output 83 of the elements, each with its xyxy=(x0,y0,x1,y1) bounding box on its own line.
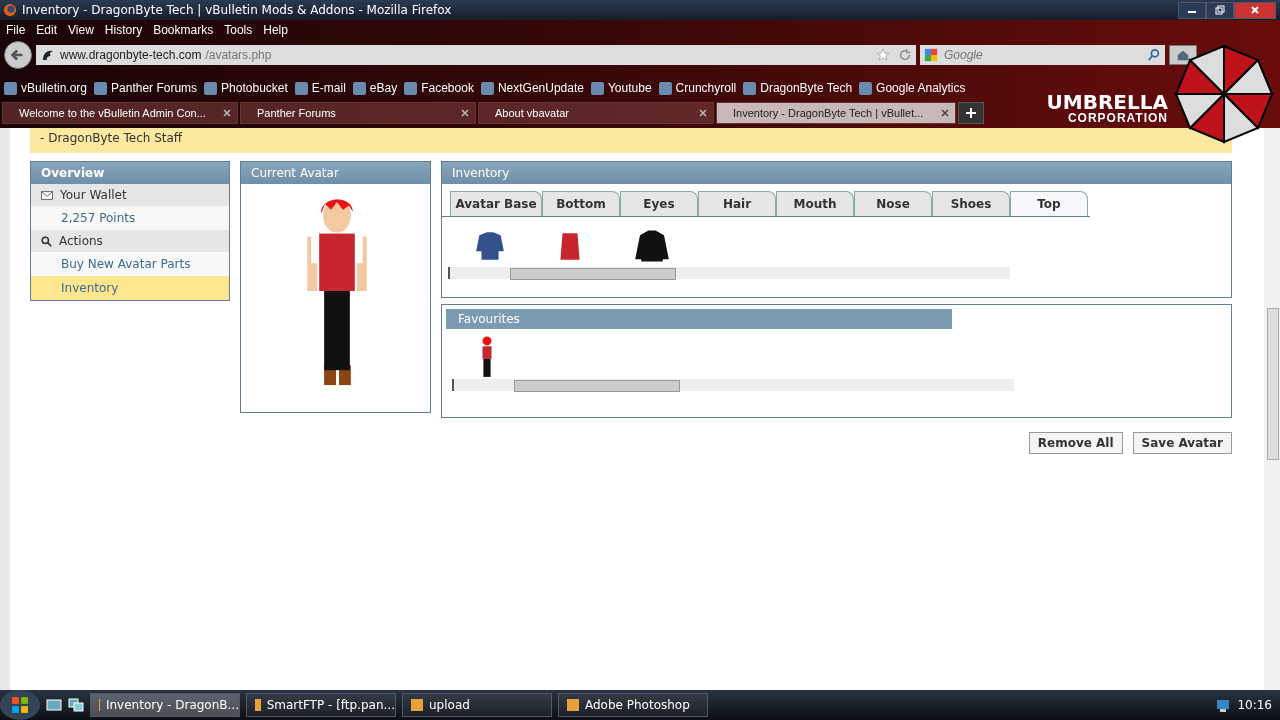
panel-title: Inventory xyxy=(442,162,1231,184)
action-button[interactable]: Save Avatar xyxy=(1132,432,1232,454)
close-icon xyxy=(1250,5,1260,15)
horizontal-scrollbar[interactable] xyxy=(448,267,1010,279)
logo-subtext: CORPORATION xyxy=(1067,112,1168,124)
desktop-icon[interactable] xyxy=(46,697,62,713)
bookmark-item[interactable]: Panther Forums xyxy=(94,78,198,98)
vertical-scrollbar[interactable] xyxy=(1264,128,1280,690)
category-tab[interactable]: Top xyxy=(1010,191,1088,216)
bookmark-item[interactable]: Google Analytics xyxy=(859,78,966,98)
panel-title: Overview xyxy=(31,162,229,184)
close-button[interactable] xyxy=(1234,1,1276,19)
menu-item[interactable]: Edit xyxy=(36,23,58,37)
category-tab[interactable]: Shoes xyxy=(932,191,1010,216)
menu-item[interactable]: Tools xyxy=(224,23,253,37)
window-title: Inventory - DragonByte Tech | vBulletin Mods & Addons - Mozilla Firefox xyxy=(22,3,453,17)
category-tab[interactable]: Mouth xyxy=(776,191,854,216)
search-input[interactable]: Google xyxy=(942,47,1143,63)
browser-tab[interactable]: Inventory - DragonByte Tech | vBullet... xyxy=(716,102,956,124)
menu-item[interactable]: File xyxy=(6,23,26,37)
category-tab[interactable]: Eyes xyxy=(620,191,698,216)
restore-button[interactable] xyxy=(1206,1,1234,19)
taskbar-item[interactable]: upload xyxy=(402,693,552,717)
umbrella-logo-icon xyxy=(1174,44,1274,144)
panel-title: Favourites xyxy=(446,309,952,329)
windows-logo-icon xyxy=(11,696,29,714)
bookmark-item[interactable]: NextGenUpdate xyxy=(480,78,584,98)
close-icon[interactable] xyxy=(461,109,469,117)
bookmark-item[interactable]: DragonByte Tech xyxy=(743,78,853,98)
search-icon[interactable] xyxy=(1147,48,1161,62)
new-tab-button[interactable] xyxy=(958,102,984,124)
search-bar[interactable]: Google xyxy=(920,45,1165,65)
bookmark-item[interactable]: E-mail xyxy=(294,78,346,98)
bookmark-item[interactable]: Crunchyroll xyxy=(658,78,737,98)
sidebar-link[interactable]: Buy New Avatar Parts xyxy=(31,252,229,276)
envelope-icon xyxy=(41,190,53,200)
star-icon[interactable] xyxy=(876,48,890,62)
menu-item[interactable]: View xyxy=(68,23,94,37)
close-icon[interactable] xyxy=(941,109,949,117)
bookmark-item[interactable]: Youtube xyxy=(590,78,652,98)
google-icon xyxy=(924,48,938,62)
bookmark-item[interactable]: eBay xyxy=(352,78,398,98)
category-tab[interactable]: Avatar Base xyxy=(450,191,542,216)
address-field[interactable]: www.dragonbyte-tech.com /avatars.php xyxy=(36,45,916,65)
plus-icon xyxy=(966,108,976,118)
window-switch-icon[interactable] xyxy=(68,697,84,713)
browser-tab[interactable]: About vbavatar xyxy=(478,102,714,124)
category-tab[interactable]: Hair xyxy=(698,191,776,216)
minimize-button[interactable] xyxy=(1178,1,1206,19)
taskbar-item[interactable]: Adobe Photoshop xyxy=(558,693,708,717)
menu-item[interactable]: Bookmarks xyxy=(153,23,214,37)
shirt-item-icon[interactable] xyxy=(634,228,670,264)
menu-item[interactable]: History xyxy=(104,23,143,37)
bookmark-item[interactable]: vBulletin.org xyxy=(4,78,88,98)
menu-item[interactable]: Help xyxy=(263,23,288,37)
bookmark-item[interactable]: Facebook xyxy=(404,78,474,98)
sidebar-link[interactable]: 2,257 Points xyxy=(31,206,229,230)
network-icon[interactable] xyxy=(1215,697,1232,713)
browser-tab[interactable]: Panther Forums xyxy=(240,102,476,124)
firefox-icon xyxy=(3,3,17,17)
section-label: Actions xyxy=(59,234,103,248)
logo-text: UMBRELLA xyxy=(1046,92,1168,112)
action-button[interactable]: Remove All xyxy=(1028,432,1123,454)
close-icon[interactable] xyxy=(223,109,231,117)
category-tab[interactable]: Nose xyxy=(854,191,932,216)
category-tab[interactable]: Bottom xyxy=(542,191,620,216)
restore-icon xyxy=(1215,5,1225,15)
start-button[interactable] xyxy=(0,690,40,720)
taskbar-item[interactable]: Inventory - DragonB... xyxy=(90,693,240,717)
back-button[interactable] xyxy=(4,41,32,69)
section-label: Your Wallet xyxy=(60,188,127,202)
notice-text: - DragonByte Tech Staff xyxy=(40,131,183,145)
search-icon xyxy=(41,235,52,247)
close-icon[interactable] xyxy=(699,109,707,117)
bookmark-item[interactable]: Photobucket xyxy=(204,78,288,98)
clock: 10:16 xyxy=(1237,698,1272,712)
home-button[interactable] xyxy=(1169,45,1197,65)
sidebar-link[interactable]: Inventory xyxy=(31,276,229,300)
browser-tab[interactable]: Welcome to the vBulletin Admin Con... xyxy=(2,102,238,124)
horizontal-scrollbar[interactable] xyxy=(452,379,1014,391)
taskbar-item[interactable]: SmartFTP - [ftp.pan... xyxy=(246,693,396,717)
home-icon xyxy=(1176,48,1190,62)
panel-title: Current Avatar xyxy=(241,162,430,184)
